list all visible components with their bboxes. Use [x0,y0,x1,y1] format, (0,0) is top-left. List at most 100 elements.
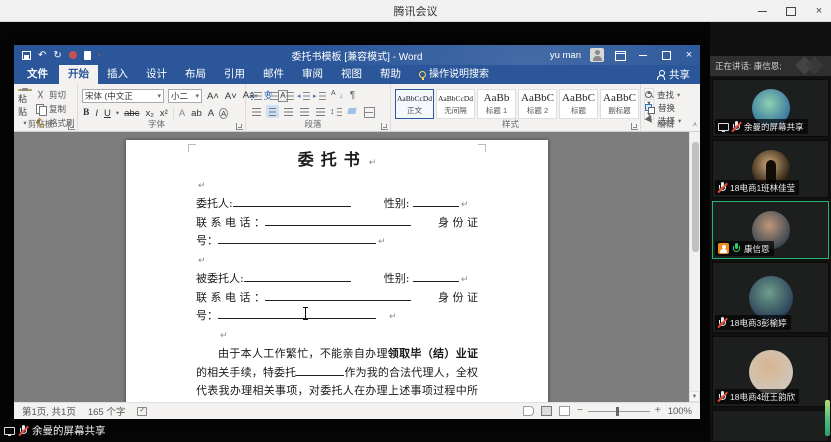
participant-tile[interactable]: 18电商1班林佳莹 [712,140,829,198]
maximize-icon[interactable] [785,5,797,17]
word-titlebar[interactable]: ↶ ↻ ▾ 委托书模板 [兼容模式] - Word yu man × [14,45,700,65]
tab-操作说明搜索[interactable]: 操作说明搜索 [410,65,498,84]
word-count[interactable]: 165 个字 [88,404,126,418]
field-blank[interactable] [232,196,351,207]
field-blank[interactable] [296,365,345,376]
numbering-icon[interactable] [266,89,279,102]
stamp-icon[interactable] [68,51,77,59]
tab-布局[interactable]: 布局 [176,65,215,84]
field-blank[interactable] [412,196,459,207]
tab-引用[interactable]: 引用 [215,65,254,84]
bullets-icon[interactable] [250,89,263,102]
zoom-out-icon[interactable]: − [577,406,583,416]
copy-button[interactable]: 复制 [36,103,75,116]
word-minimize-icon[interactable] [636,48,650,62]
field-blank[interactable] [243,271,351,282]
font-size-select[interactable]: 小二 ▾ [168,89,202,103]
tab-插入[interactable]: 插入 [98,65,137,84]
field-blank[interactable] [218,233,376,244]
share-footer[interactable]: 余曼的屏幕共享 [4,423,106,438]
grow-font-button[interactable]: A˄ [206,90,220,103]
align-center-icon[interactable] [266,105,279,118]
zoom-in-icon[interactable]: + [655,406,661,416]
zoom-thumb[interactable] [615,406,619,416]
justify-icon[interactable] [298,105,311,118]
chevron-down-icon[interactable]: ▾ [116,109,119,117]
document-page[interactable]: 委托书 ↵ ↵ 委托人: 性别: ↵ 联 系 电 话 ：身 份 证号： ↵ ↵ 被委托人: 性… [126,140,548,402]
zoom-track[interactable] [587,406,650,416]
undo-icon[interactable]: ↶ [38,50,46,61]
participant-tile[interactable]: 18电商4班王韵欣 [712,336,829,407]
participant-tile[interactable]: 18电商3彭榆婷 [712,262,829,333]
replace-button[interactable]: 替换 [645,102,681,114]
close-icon[interactable]: × [813,5,825,17]
tab-开始[interactable]: 开始 [59,65,98,84]
show-paragraph-marks-icon[interactable]: ¶ [346,89,359,102]
participant-tile-partial[interactable] [712,410,829,442]
save-icon[interactable] [22,50,31,60]
dialog-launcher-icon[interactable] [236,123,243,130]
increase-indent-icon[interactable] [313,89,327,102]
align-left-icon[interactable] [250,105,263,118]
ribbon-display-options-icon[interactable] [613,48,627,62]
shrink-font-button[interactable]: A˅ [224,90,238,103]
multilevel-list-icon[interactable] [282,89,295,102]
account-name[interactable]: yu man [550,50,581,61]
style-标题 1[interactable]: AaBb 标题 1 [477,89,516,119]
tab-文件[interactable]: 文件 [16,65,59,84]
field-blank[interactable] [265,290,411,301]
scroll-down-icon[interactable]: ▼ [689,391,700,402]
proofing-icon[interactable] [137,406,148,416]
redo-icon[interactable]: ↻ [53,50,61,61]
tab-设计[interactable]: 设计 [137,65,176,84]
decrease-indent-icon[interactable] [297,89,311,102]
zoom-level[interactable]: 100% [668,406,692,417]
participant-tile[interactable]: 余曼的屏幕共享 [712,79,829,137]
style-正文[interactable]: AaBbCcDd 正文 [395,89,434,119]
participants-scrollbar[interactable] [825,400,830,436]
dialog-launcher-icon[interactable] [631,123,638,130]
font-name-select[interactable]: 宋体 (中文正 ▾ [82,89,164,103]
align-right-icon[interactable] [282,105,295,118]
participant-tile[interactable]: 康信恩 [712,201,829,259]
dialog-launcher-icon[interactable] [381,123,388,130]
vertical-scrollbar[interactable] [689,132,700,402]
cut-button[interactable]: 剪切 [36,89,75,101]
tab-视图[interactable]: 视图 [332,65,371,84]
tab-帮助[interactable]: 帮助 [371,65,410,84]
crop-mark [188,144,196,152]
minimize-icon[interactable] [757,5,769,17]
field-blank[interactable] [412,271,459,282]
borders-icon[interactable] [362,105,375,118]
find-button[interactable]: 查找 ▾ [645,89,681,101]
styles-group-label: 样式 [501,119,519,129]
scrollbar-thumb[interactable] [692,142,699,252]
account-avatar[interactable] [590,48,604,62]
field-blank[interactable] [265,215,411,226]
zoom-slider[interactable]: − + [577,406,661,416]
page-indicator[interactable]: 第1页, 共1页 [22,404,76,418]
paste-button[interactable]: 粘贴 ▾ [18,87,32,127]
shading-icon[interactable] [346,105,359,118]
style-标题 2[interactable]: AaBbC 标题 2 [518,89,557,119]
style-无间隔[interactable]: AaBbCcDd 无间隔 [436,89,475,119]
tab-审阅[interactable]: 审阅 [293,65,332,84]
distribute-icon[interactable] [314,105,327,118]
read-mode-icon[interactable] [523,406,534,416]
share-button[interactable]: 共享 [657,65,690,84]
word-close-icon[interactable]: × [682,48,696,62]
field-blank[interactable] [218,307,376,320]
style-标题[interactable]: AaBbC 标题 [559,89,598,119]
document-preview-icon[interactable] [83,50,91,60]
sort-icon[interactable] [330,89,343,102]
word-restore-icon[interactable] [659,48,673,62]
print-layout-icon[interactable] [541,406,552,416]
dialog-launcher-icon[interactable] [68,123,75,130]
style-副标题[interactable]: AaBbC 副标题 [600,89,639,119]
web-layout-icon[interactable] [559,406,570,416]
tab-邮件[interactable]: 邮件 [254,65,293,84]
collapse-ribbon-icon[interactable]: ˄ [693,122,697,129]
qat-dropdown-icon[interactable]: ▾ [98,51,101,59]
line-spacing-icon[interactable] [330,105,343,118]
enclose-characters-button[interactable]: A [219,107,229,119]
